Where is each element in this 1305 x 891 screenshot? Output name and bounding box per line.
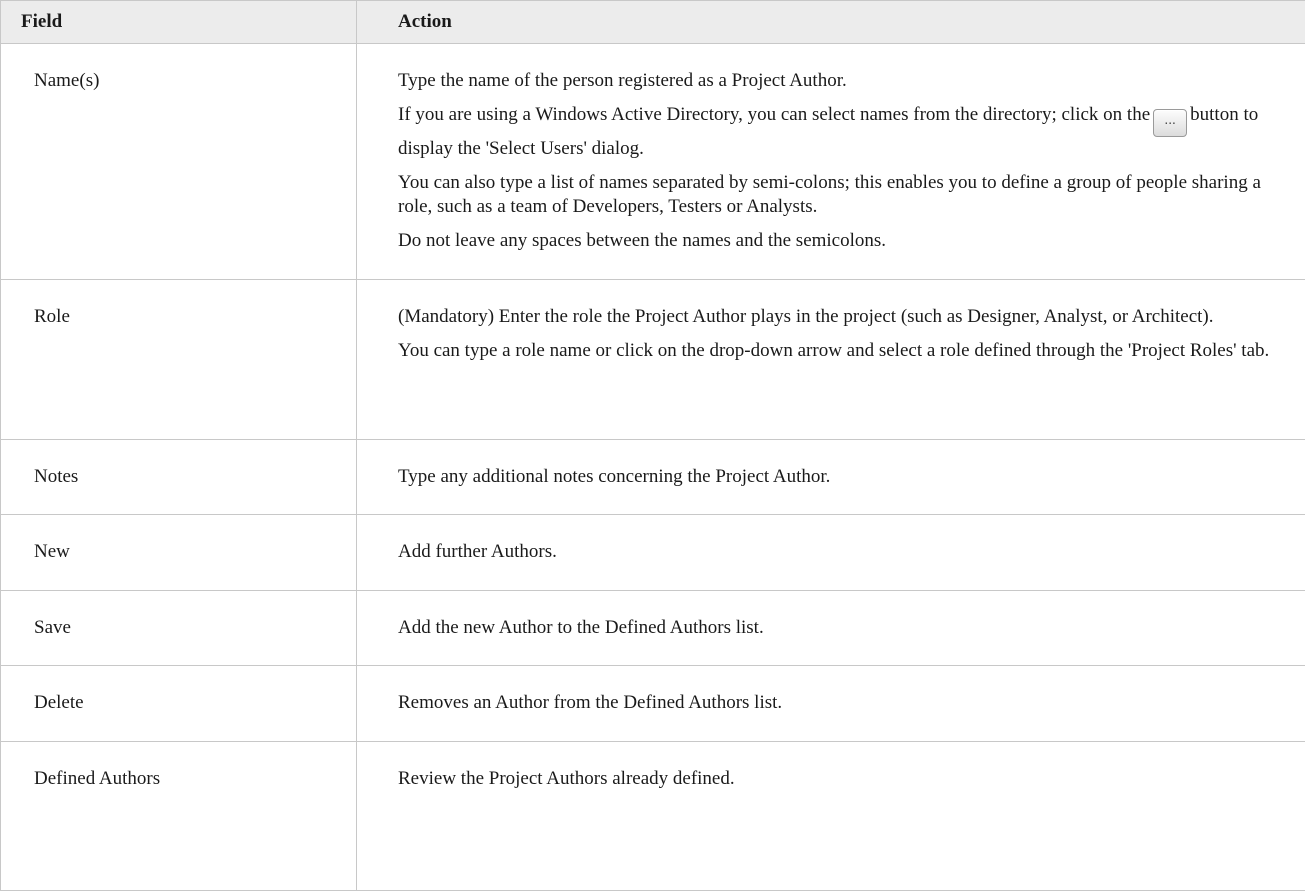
action-text: Type any additional notes concerning the… — [398, 465, 1285, 489]
action-text: You can also type a list of names separa… — [398, 171, 1285, 219]
action-cell-new: Add further Authors. — [357, 515, 1305, 591]
field-cell-defined-authors: Defined Authors — [1, 742, 357, 891]
field-cell-names: Name(s) — [1, 44, 357, 280]
action-text-with-button: If you are using a Windows Active Direct… — [398, 103, 1285, 161]
field-cell-notes: Notes — [1, 440, 357, 515]
table-row-names: Name(s) Type the name of the person regi… — [1, 44, 1305, 280]
action-text: You can type a role name or click on the… — [398, 339, 1285, 363]
table-row-delete: Delete Removes an Author from the Define… — [1, 666, 1305, 742]
field-cell-new: New — [1, 515, 357, 591]
table-row-save: Save Add the new Author to the Defined A… — [1, 591, 1305, 666]
action-text: Review the Project Authors already defin… — [398, 767, 1285, 791]
action-text: Removes an Author from the Defined Autho… — [398, 691, 1285, 715]
table-row-defined-authors: Defined Authors Review the Project Autho… — [1, 742, 1305, 891]
action-cell-notes: Type any additional notes concerning the… — [357, 440, 1305, 515]
action-text: If you are using a Windows Active Direct… — [398, 104, 1150, 125]
action-text: (Mandatory) Enter the role the Project A… — [398, 305, 1285, 329]
field-cell-role: Role — [1, 280, 357, 440]
action-text: Add the new Author to the Defined Author… — [398, 616, 1285, 640]
action-text: Type the name of the person registered a… — [398, 69, 1285, 93]
action-cell-delete: Removes an Author from the Defined Autho… — [357, 666, 1305, 742]
field-action-table: Field Action Name(s) Type the name of th… — [0, 0, 1305, 891]
action-cell-defined-authors: Review the Project Authors already defin… — [357, 742, 1305, 891]
table-row-notes: Notes Type any additional notes concerni… — [1, 440, 1305, 515]
action-text: Do not leave any spaces between the name… — [398, 229, 1285, 253]
table-row-role: Role (Mandatory) Enter the role the Proj… — [1, 280, 1305, 440]
action-cell-save: Add the new Author to the Defined Author… — [357, 591, 1305, 666]
ellipsis-button-icon: ... — [1153, 109, 1187, 137]
field-cell-delete: Delete — [1, 666, 357, 742]
action-cell-names: Type the name of the person registered a… — [357, 44, 1305, 280]
field-column-header: Field — [1, 1, 357, 44]
action-cell-role: (Mandatory) Enter the role the Project A… — [357, 280, 1305, 440]
field-cell-save: Save — [1, 591, 357, 666]
action-column-header: Action — [357, 1, 1305, 44]
action-text: Add further Authors. — [398, 540, 1285, 564]
table-header-row: Field Action — [1, 1, 1305, 44]
table-row-new: New Add further Authors. — [1, 515, 1305, 591]
